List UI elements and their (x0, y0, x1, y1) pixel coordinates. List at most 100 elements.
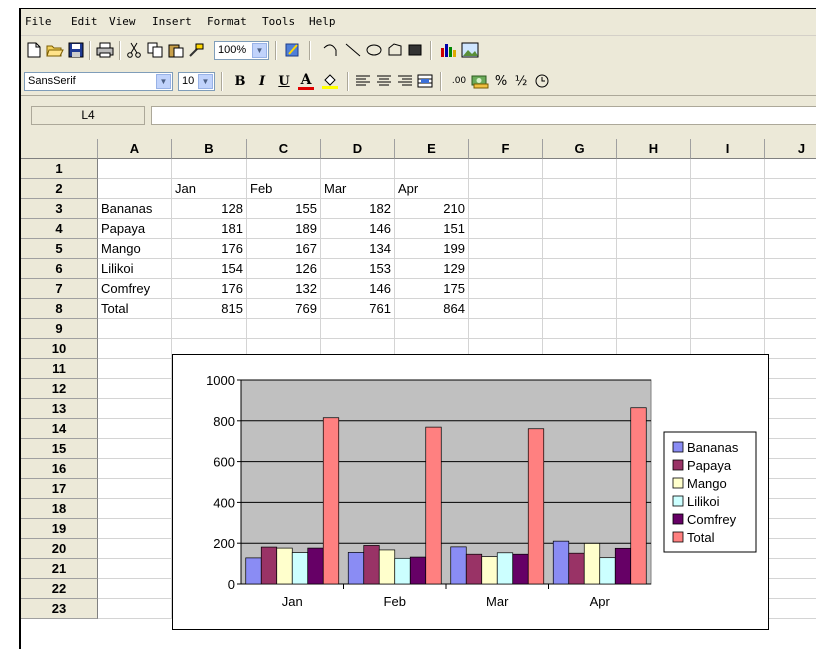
cell-J15[interactable] (765, 439, 816, 459)
cell-B3[interactable]: 128 (172, 199, 247, 219)
cell-A10[interactable] (98, 339, 172, 359)
cell-F6[interactable] (469, 259, 543, 279)
cell-B8[interactable]: 815 (172, 299, 247, 319)
cell-B2[interactable]: Jan (172, 179, 247, 199)
underline-button[interactable]: U (275, 71, 293, 91)
cell-A18[interactable] (98, 499, 172, 519)
cell-E6[interactable]: 129 (395, 259, 469, 279)
cell-I8[interactable] (691, 299, 765, 319)
cell-J3[interactable] (765, 199, 816, 219)
column-header-F[interactable]: F (469, 139, 543, 159)
cell-A13[interactable] (98, 399, 172, 419)
row-header-21[interactable]: 21 (21, 559, 98, 579)
cell-J11[interactable] (765, 359, 816, 379)
cell-J2[interactable] (765, 179, 816, 199)
row-header-8[interactable]: 8 (21, 299, 98, 319)
cell-I7[interactable] (691, 279, 765, 299)
cell-J4[interactable] (765, 219, 816, 239)
row-header-15[interactable]: 15 (21, 439, 98, 459)
cell-C8[interactable]: 769 (247, 299, 321, 319)
bold-button[interactable]: B (231, 71, 249, 91)
cell-B7[interactable]: 176 (172, 279, 247, 299)
line-tool-icon[interactable] (343, 40, 363, 60)
cell-C4[interactable]: 189 (247, 219, 321, 239)
row-header-2[interactable]: 2 (21, 179, 98, 199)
cell-A6[interactable]: Lilikoi (98, 259, 172, 279)
cell-J7[interactable] (765, 279, 816, 299)
cell-I5[interactable] (691, 239, 765, 259)
cell-J23[interactable] (765, 599, 816, 619)
menu-insert[interactable]: Insert (152, 15, 192, 28)
cell-J19[interactable] (765, 519, 816, 539)
select-all-corner[interactable] (21, 139, 98, 159)
cell-C1[interactable] (247, 159, 321, 179)
cell-A4[interactable]: Papaya (98, 219, 172, 239)
cell-J6[interactable] (765, 259, 816, 279)
cell-J9[interactable] (765, 319, 816, 339)
row-header-14[interactable]: 14 (21, 419, 98, 439)
cell-E3[interactable]: 210 (395, 199, 469, 219)
currency-icon[interactable] (470, 71, 490, 91)
cell-D5[interactable]: 134 (321, 239, 395, 259)
cell-C5[interactable]: 167 (247, 239, 321, 259)
cell-H3[interactable] (617, 199, 691, 219)
cell-A22[interactable] (98, 579, 172, 599)
cell-E4[interactable]: 151 (395, 219, 469, 239)
cell-J22[interactable] (765, 579, 816, 599)
cell-J17[interactable] (765, 479, 816, 499)
cell-I3[interactable] (691, 199, 765, 219)
cell-A21[interactable] (98, 559, 172, 579)
cell-I2[interactable] (691, 179, 765, 199)
menu-tools[interactable]: Tools (262, 15, 295, 28)
row-header-19[interactable]: 19 (21, 519, 98, 539)
cell-G9[interactable] (543, 319, 617, 339)
cell-J13[interactable] (765, 399, 816, 419)
cell-D4[interactable]: 146 (321, 219, 395, 239)
cell-G8[interactable] (543, 299, 617, 319)
fraction-button[interactable]: ½ (511, 71, 531, 91)
row-header-10[interactable]: 10 (21, 339, 98, 359)
row-header-12[interactable]: 12 (21, 379, 98, 399)
cell-G4[interactable] (543, 219, 617, 239)
cell-D3[interactable]: 182 (321, 199, 395, 219)
menu-view[interactable]: View (109, 15, 136, 28)
cell-A19[interactable] (98, 519, 172, 539)
cell-J10[interactable] (765, 339, 816, 359)
cell-J5[interactable] (765, 239, 816, 259)
cell-A17[interactable] (98, 479, 172, 499)
formula-input[interactable] (151, 106, 816, 125)
font-name-select[interactable]: SansSerif ▼ (24, 72, 173, 91)
cell-F2[interactable] (469, 179, 543, 199)
cell-D2[interactable]: Mar (321, 179, 395, 199)
arc-tool-icon[interactable] (321, 40, 341, 60)
row-header-3[interactable]: 3 (21, 199, 98, 219)
cell-D7[interactable]: 146 (321, 279, 395, 299)
fill-color-icon[interactable] (320, 71, 340, 91)
column-header-B[interactable]: B (172, 139, 247, 159)
cell-C2[interactable]: Feb (247, 179, 321, 199)
cell-E8[interactable]: 864 (395, 299, 469, 319)
column-header-A[interactable]: A (98, 139, 172, 159)
font-color-button[interactable]: A (296, 71, 316, 91)
open-folder-icon[interactable] (45, 40, 65, 60)
insert-image-icon[interactable] (460, 40, 480, 60)
cell-A14[interactable] (98, 419, 172, 439)
row-header-22[interactable]: 22 (21, 579, 98, 599)
cell-B5[interactable]: 176 (172, 239, 247, 259)
cell-H2[interactable] (617, 179, 691, 199)
cell-B9[interactable] (172, 319, 247, 339)
cell-A23[interactable] (98, 599, 172, 619)
rectangle-tool-icon[interactable] (406, 40, 424, 60)
cell-H5[interactable] (617, 239, 691, 259)
cell-E2[interactable]: Apr (395, 179, 469, 199)
cell-I6[interactable] (691, 259, 765, 279)
cell-A15[interactable] (98, 439, 172, 459)
polygon-tool-icon[interactable] (385, 40, 405, 60)
cell-E1[interactable] (395, 159, 469, 179)
cell-H4[interactable] (617, 219, 691, 239)
merge-cells-icon[interactable] (416, 71, 434, 91)
column-header-I[interactable]: I (691, 139, 765, 159)
cell-F4[interactable] (469, 219, 543, 239)
cell-J20[interactable] (765, 539, 816, 559)
number-format-button[interactable]: .00 (450, 71, 468, 91)
